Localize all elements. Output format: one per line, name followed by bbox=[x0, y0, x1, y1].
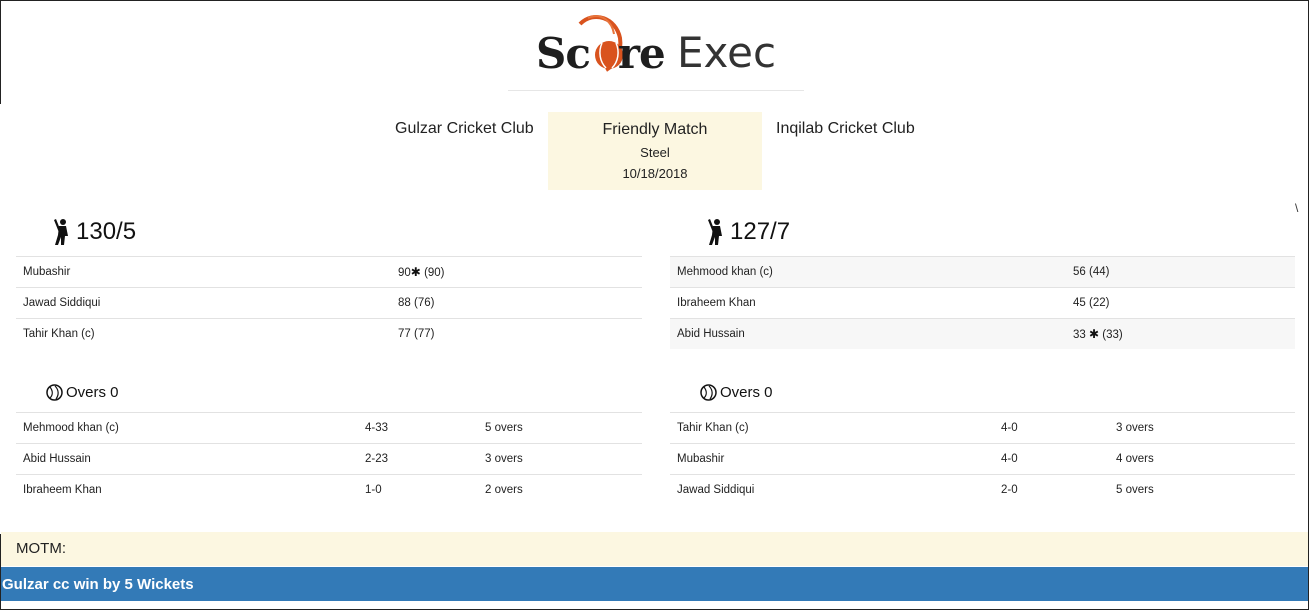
star-icon: ✱ bbox=[410, 265, 421, 279]
batter-score: 90✱ (90) bbox=[391, 256, 642, 288]
batter-name: Abid Hussain bbox=[670, 318, 1066, 349]
batter-score: 33 ✱ (33) bbox=[1066, 318, 1295, 349]
cricket-ball-icon bbox=[700, 384, 717, 401]
bowler-figures: 4-0 bbox=[994, 443, 1109, 475]
bowler-name: Abid Hussain bbox=[16, 443, 358, 475]
batter-name: Mehmood khan (c) bbox=[670, 256, 1066, 288]
batter-score: 88 (76) bbox=[391, 287, 642, 319]
batter-name: Mubashir bbox=[16, 256, 391, 288]
innings-b-score: 127/7 bbox=[704, 218, 790, 246]
match-info-box: Friendly Match Steel 10/18/2018 bbox=[548, 112, 762, 190]
bowler-name: Mehmood khan (c) bbox=[16, 412, 358, 444]
batting-table-b: Mehmood khan (c) 56 (44) Ibraheem Khan 4… bbox=[670, 256, 1295, 349]
logo-divider bbox=[508, 90, 804, 91]
stray-character: \ bbox=[1295, 201, 1299, 215]
result-bar: Gulzar cc win by 5 Wickets bbox=[1, 567, 1308, 601]
bowler-overs: 3 overs bbox=[478, 443, 642, 475]
overs-label: Overs 0 bbox=[720, 384, 773, 401]
motm-bar: MOTM: bbox=[1, 532, 1308, 566]
score-value: 130/5 bbox=[76, 218, 137, 245]
table-row: Ibraheem Khan 1-0 2 overs bbox=[16, 474, 642, 505]
bowler-name: Jawad Siddiqui bbox=[670, 474, 994, 505]
bowler-figures: 2-0 bbox=[994, 474, 1109, 505]
table-row: Mubashir 4-0 4 overs bbox=[670, 443, 1295, 475]
match-date: 10/18/2018 bbox=[622, 166, 688, 181]
batter-name: Ibraheem Khan bbox=[670, 287, 1066, 319]
bowler-figures: 4-33 bbox=[358, 412, 478, 444]
batter-score: 56 (44) bbox=[1066, 256, 1295, 288]
table-row: Mehmood khan (c) 56 (44) bbox=[670, 256, 1295, 288]
bowler-figures: 2-23 bbox=[358, 443, 478, 475]
team-a-name: Gulzar Cricket Club bbox=[395, 120, 534, 137]
table-row: Abid Hussain 33 ✱ (33) bbox=[670, 318, 1295, 349]
batting-table-a: Mubashir 90✱ (90) Jawad Siddiqui 88 (76)… bbox=[16, 256, 642, 349]
bowler-overs: 5 overs bbox=[478, 412, 642, 444]
bowling-table-a: Mehmood khan (c) 4-33 5 overs Abid Hussa… bbox=[16, 412, 642, 505]
overs-label: Overs 0 bbox=[66, 384, 119, 401]
table-row: Abid Hussain 2-23 3 overs bbox=[16, 443, 642, 475]
innings-a-score: 130/5 bbox=[50, 218, 136, 246]
bowler-name: Mubashir bbox=[670, 443, 994, 475]
batter-name: Jawad Siddiqui bbox=[16, 287, 391, 319]
bowler-overs: 2 overs bbox=[478, 474, 642, 505]
bowler-figures: 1-0 bbox=[358, 474, 478, 505]
bowler-figures: 4-0 bbox=[994, 412, 1109, 444]
score-value: 127/7 bbox=[730, 218, 791, 245]
motm-label: MOTM: bbox=[16, 540, 66, 557]
frame-gap-left bbox=[0, 104, 2, 534]
batter-score: 77 (77) bbox=[391, 318, 642, 349]
star-icon: ✱ bbox=[1089, 327, 1100, 341]
innings-b-overs-heading: Overs 0 bbox=[700, 384, 773, 401]
batter-name: Tahir Khan (c) bbox=[16, 318, 391, 349]
table-row: Jawad Siddiqui 88 (76) bbox=[16, 287, 642, 319]
table-row: Mehmood khan (c) 4-33 5 overs bbox=[16, 412, 642, 444]
bowler-overs: 5 overs bbox=[1109, 474, 1295, 505]
table-row: Mubashir 90✱ (90) bbox=[16, 256, 642, 288]
logo-text-exec: Exec bbox=[677, 28, 777, 77]
table-row: Jawad Siddiqui 2-0 5 overs bbox=[670, 474, 1295, 505]
batter-score: 45 (22) bbox=[1066, 287, 1295, 319]
innings-a-overs-heading: Overs 0 bbox=[46, 384, 119, 401]
table-row: Ibraheem Khan 45 (22) bbox=[670, 287, 1295, 319]
team-b-name: Inqilab Cricket Club bbox=[776, 120, 915, 137]
bowler-overs: 3 overs bbox=[1109, 412, 1295, 444]
match-venue: Steel bbox=[640, 145, 670, 160]
bowler-name: Ibraheem Khan bbox=[16, 474, 358, 505]
result-text: Gulzar cc win by 5 Wickets bbox=[2, 576, 194, 593]
bowler-overs: 4 overs bbox=[1109, 443, 1295, 475]
table-row: Tahir Khan (c) 77 (77) bbox=[16, 318, 642, 349]
bowler-name: Tahir Khan (c) bbox=[670, 412, 994, 444]
batsman-icon bbox=[54, 219, 68, 245]
table-row: Tahir Khan (c) 4-0 3 overs bbox=[670, 412, 1295, 444]
bowling-table-b: Tahir Khan (c) 4-0 3 overs Mubashir 4-0 … bbox=[670, 412, 1295, 505]
match-title: Friendly Match bbox=[602, 121, 708, 138]
cricket-ball-icon bbox=[46, 384, 63, 401]
batsman-icon bbox=[708, 219, 722, 245]
scoreexec-logo[interactable]: Sc re Exec bbox=[536, 12, 777, 78]
logo-text-score: Sc re bbox=[536, 29, 666, 78]
